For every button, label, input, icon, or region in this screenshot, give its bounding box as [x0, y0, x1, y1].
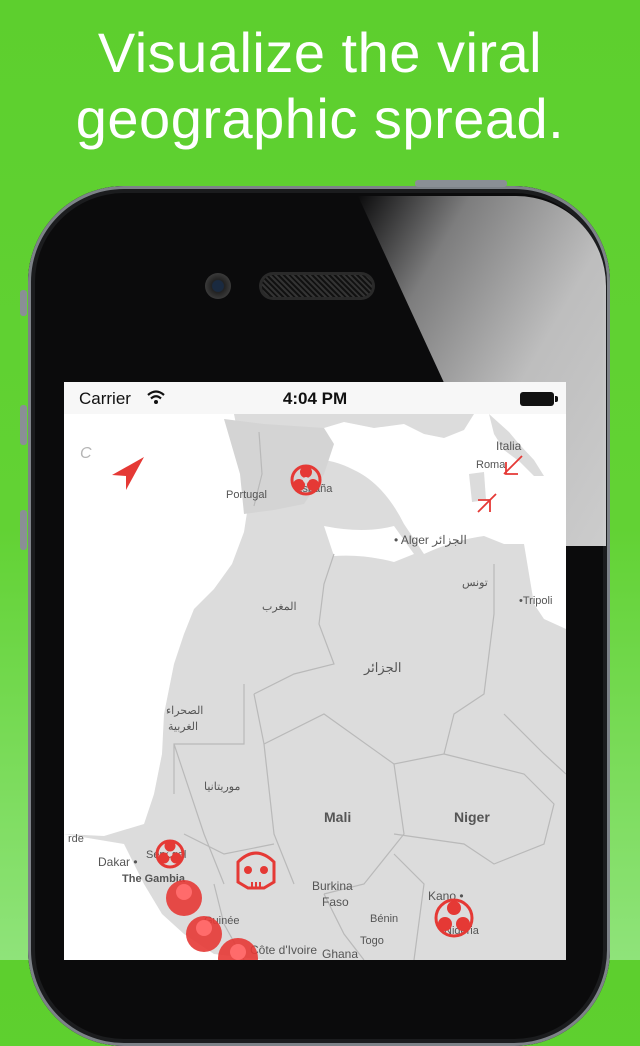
label-niger: Niger	[454, 809, 490, 825]
label-burkina-2: Faso	[322, 895, 349, 909]
mute-switch	[20, 290, 27, 316]
label-morocco: المغرب	[262, 601, 297, 613]
label-alger: • Alger الجزائر	[394, 533, 467, 547]
label-roma: Roma	[476, 459, 506, 471]
label-ghana: Ghana	[322, 947, 358, 960]
headline: Visualize the viral geographic spread.	[0, 20, 640, 152]
label-western-sahara-1: الصحراء	[166, 705, 203, 717]
volume-up-button	[20, 405, 27, 445]
label-tunis: تونس	[462, 577, 488, 589]
compass-letter: C	[80, 445, 92, 462]
headline-line-2: geographic spread.	[75, 87, 565, 150]
label-italia: Italia	[496, 439, 522, 453]
label-mauritania: موريتانيا	[204, 781, 240, 793]
label-tripoli: •Tripoli	[519, 595, 552, 607]
label-togo: Togo	[360, 935, 384, 947]
phone-screen: Carrier 4:04 PM Italia Roma Portugal • A…	[64, 382, 566, 960]
label-mali: Mali	[324, 809, 351, 825]
label-cap-verde: rde	[68, 833, 84, 845]
status-bar: Carrier 4:04 PM	[64, 382, 566, 414]
status-time: 4:04 PM	[282, 389, 348, 408]
earpiece-speaker	[262, 275, 372, 297]
headline-line-1: Visualize the viral	[97, 21, 543, 84]
label-algeria: الجزائر	[363, 660, 402, 676]
power-button	[415, 180, 507, 187]
label-benin: Bénin	[370, 913, 398, 925]
sardinia	[469, 472, 486, 502]
label-dakar: Dakar •	[98, 855, 138, 869]
volume-down-button	[20, 510, 27, 550]
battery-icon	[520, 392, 558, 406]
label-portugal: Portugal	[226, 489, 267, 501]
label-burkina-1: Burkina	[312, 879, 353, 893]
label-western-sahara-2: الغربية	[168, 721, 198, 733]
label-cote-ivoire: Côte d'Ivoire	[250, 943, 317, 957]
map-view[interactable]: Italia Roma Portugal España • Alger الجز…	[64, 414, 566, 960]
front-camera	[205, 273, 231, 299]
